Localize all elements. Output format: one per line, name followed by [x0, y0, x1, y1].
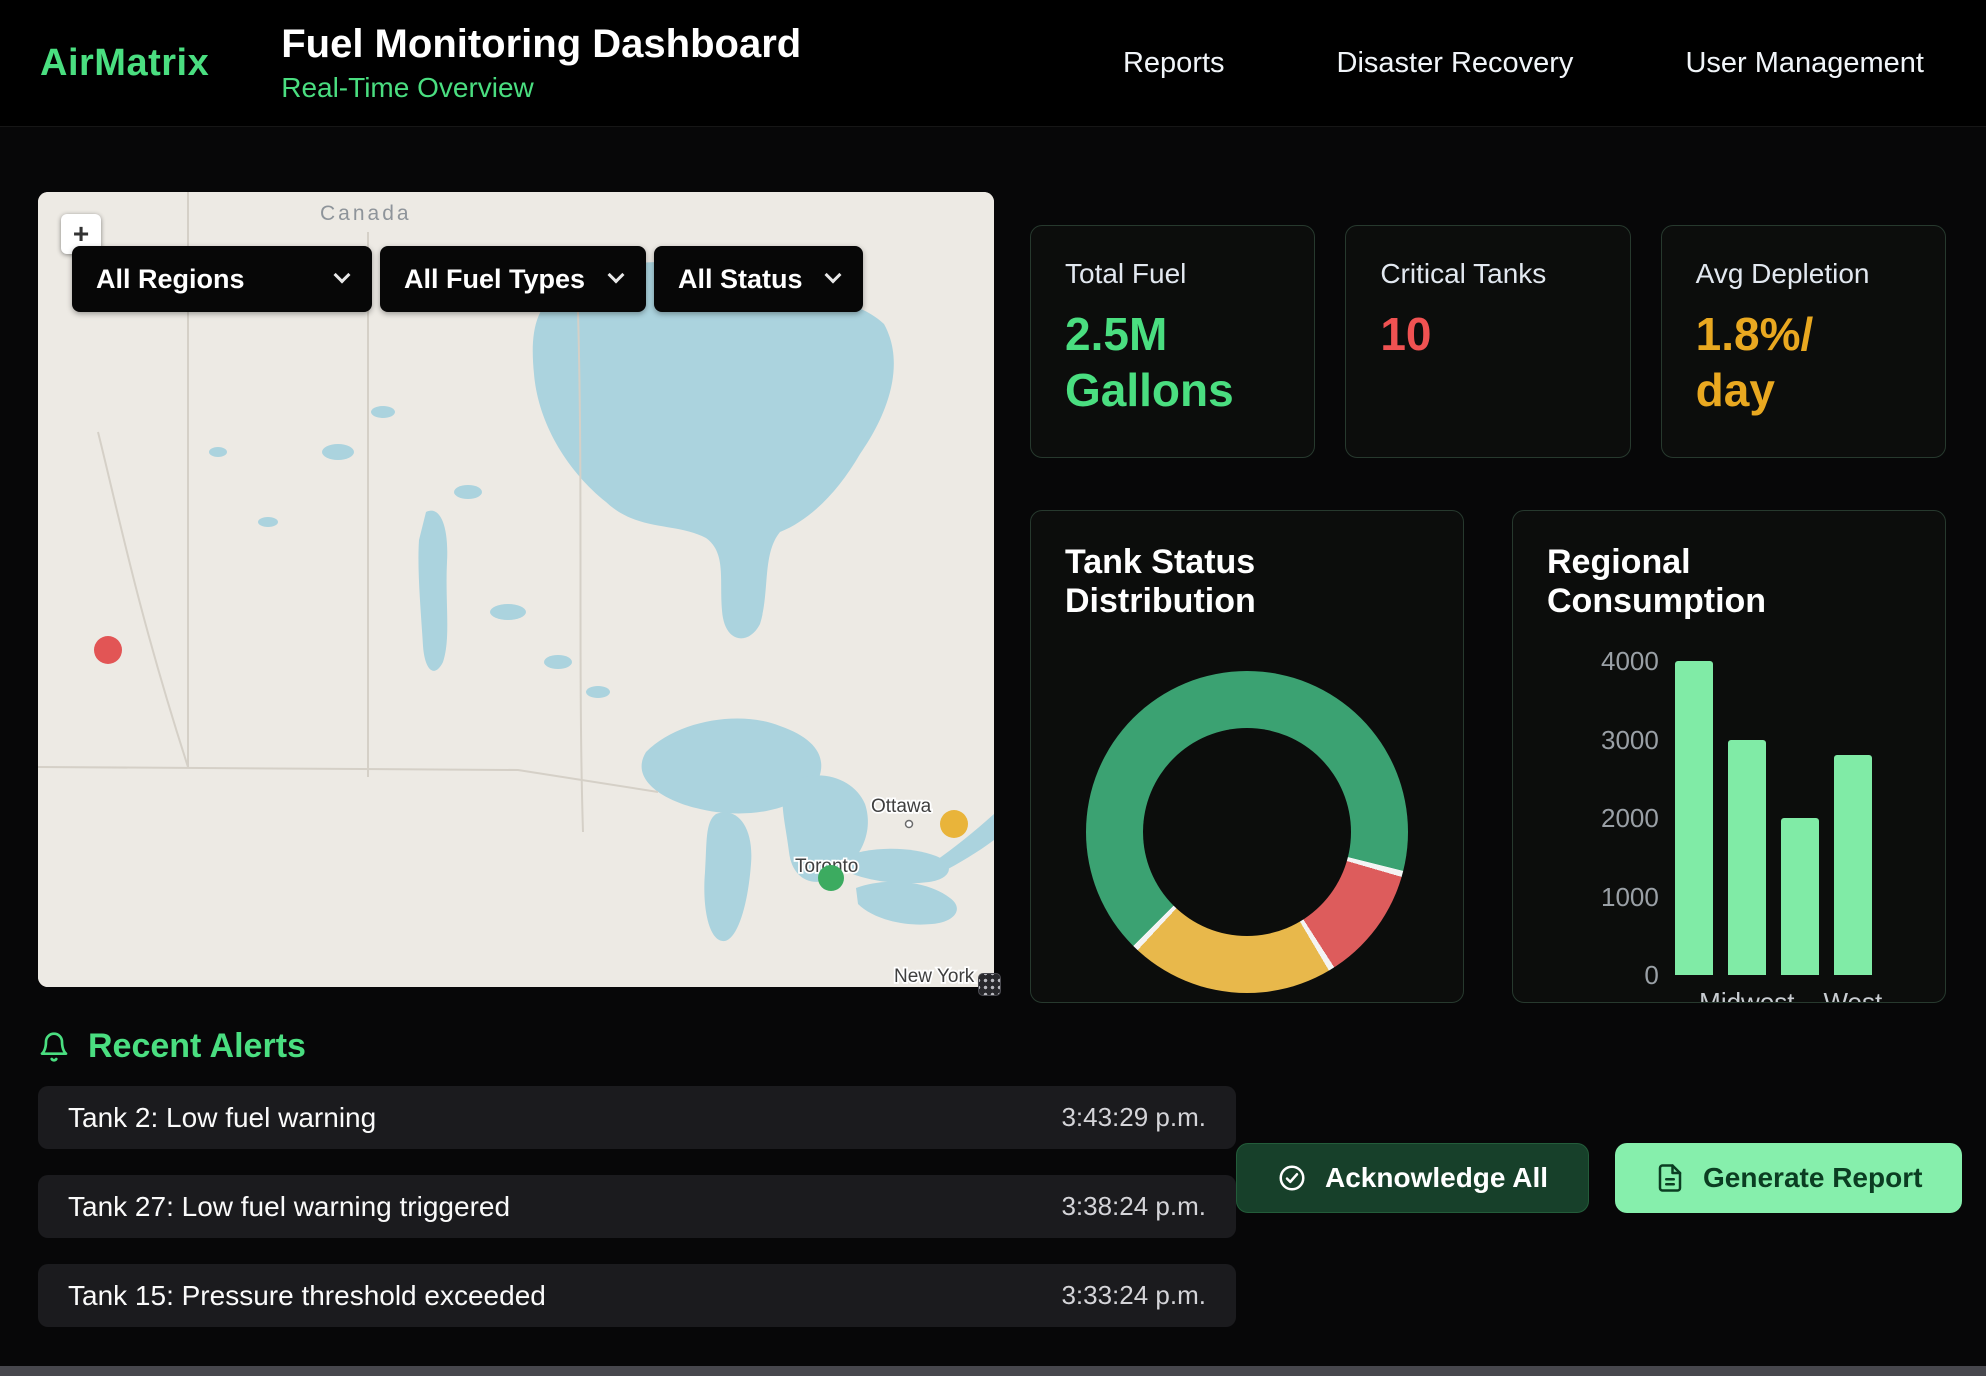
map-marker[interactable]: [940, 810, 968, 838]
alert-time: 3:33:24 p.m.: [1061, 1280, 1206, 1311]
bar-col: West: [1834, 661, 1872, 975]
title-block: Fuel Monitoring Dashboard Real-Time Over…: [281, 22, 801, 104]
bar-chart: 4000 3000 2000 1000 0: [1601, 661, 1911, 975]
donut-chart: [1086, 671, 1408, 993]
status-filter-label: All Status: [678, 264, 803, 295]
page-title: Fuel Monitoring Dashboard: [281, 22, 801, 67]
alerts-heading: Recent Alerts: [38, 1027, 1946, 1066]
alert-message: Tank 27: Low fuel warning triggered: [68, 1191, 510, 1223]
map-canvas[interactable]: Canada Ottawa Toronto New York +: [38, 192, 994, 987]
stat-card-total-fuel: Total Fuel 2.5M Gallons: [1030, 225, 1315, 458]
stat-value: 1.8%/ day: [1696, 306, 1886, 418]
chevron-down-icon: [825, 267, 842, 284]
generate-report-label: Generate Report: [1703, 1162, 1922, 1194]
right-column: Total Fuel 2.5M Gallons Critical Tanks 1…: [1030, 192, 1946, 1003]
document-icon: [1655, 1163, 1685, 1193]
regional-consumption-card: Regional Consumption 4000 3000 2000 1000…: [1512, 510, 1946, 1003]
donut-hole: [1143, 728, 1351, 936]
bar-chart-title: Regional Consumption: [1547, 543, 1911, 621]
bar: [1781, 818, 1819, 975]
alert-message: Tank 2: Low fuel warning: [68, 1102, 376, 1134]
resize-handle-icon[interactable]: [978, 973, 1001, 996]
stat-label: Total Fuel: [1065, 258, 1280, 290]
alert-message: Tank 15: Pressure threshold exceeded: [68, 1280, 546, 1312]
map-label-country: Canada: [320, 202, 412, 225]
bottom-strip: [0, 1366, 1986, 1376]
map-label-ottawa: Ottawa: [871, 796, 932, 817]
x-label: West: [1823, 987, 1882, 1003]
bar-col: Midwest: [1728, 661, 1766, 975]
chevron-down-icon: [608, 267, 625, 284]
generate-report-button[interactable]: Generate Report: [1615, 1143, 1962, 1213]
city-dot: [906, 821, 913, 828]
bar: [1728, 740, 1766, 976]
alert-row: Tank 15: Pressure threshold exceeded 3:3…: [38, 1264, 1236, 1327]
stat-value: 2.5M Gallons: [1065, 306, 1255, 418]
bar-chart-y-axis: 4000 3000 2000 1000 0: [1601, 661, 1675, 975]
app-header: AirMatrix Fuel Monitoring Dashboard Real…: [0, 0, 1986, 127]
recent-alerts-section: Recent Alerts Tank 2: Low fuel warning 3…: [0, 1003, 1986, 1353]
bar: [1834, 755, 1872, 975]
alert-time: 3:43:29 p.m.: [1061, 1102, 1206, 1133]
alerts-body: Tank 2: Low fuel warning 3:43:29 p.m. Ta…: [38, 1086, 1946, 1353]
main-nav: Reports Disaster Recovery User Managemen…: [1123, 47, 1924, 80]
chevron-down-icon: [334, 267, 351, 284]
charts-row: Tank Status Distribution Regional Consum…: [1030, 510, 1946, 1003]
stat-value: 10: [1380, 306, 1570, 362]
brand-logo[interactable]: AirMatrix: [40, 42, 209, 85]
map-marker[interactable]: [94, 636, 122, 664]
map-panel: Canada Ottawa Toronto New York +: [38, 192, 994, 987]
region-filter-dropdown[interactable]: All Regions: [72, 246, 372, 312]
alerts-heading-label: Recent Alerts: [88, 1027, 306, 1066]
check-circle-icon: [1277, 1163, 1307, 1193]
bar: [1675, 661, 1713, 975]
bar-col: [1781, 661, 1819, 975]
dashboard-page: AirMatrix Fuel Monitoring Dashboard Real…: [0, 0, 1986, 1376]
main-content: Canada Ottawa Toronto New York +: [0, 127, 1986, 1003]
stat-label: Critical Tanks: [1380, 258, 1595, 290]
alert-row: Tank 2: Low fuel warning 3:43:29 p.m.: [38, 1086, 1236, 1149]
status-filter-dropdown[interactable]: All Status: [654, 246, 863, 312]
stat-label: Avg Depletion: [1696, 258, 1911, 290]
donut-chart-title: Tank Status Distribution: [1065, 543, 1429, 621]
acknowledge-all-button[interactable]: Acknowledge All: [1236, 1143, 1589, 1213]
bar-col: [1675, 661, 1713, 975]
map-label-new-york: New York: [894, 966, 975, 987]
alert-row: Tank 27: Low fuel warning triggered 3:38…: [38, 1175, 1236, 1238]
stats-row: Total Fuel 2.5M Gallons Critical Tanks 1…: [1030, 225, 1946, 458]
map-marker[interactable]: [818, 865, 844, 891]
nav-reports[interactable]: Reports: [1123, 47, 1225, 80]
alerts-actions: Acknowledge All Generate Report: [1236, 1086, 1962, 1353]
fuel-type-filter-label: All Fuel Types: [404, 264, 585, 295]
bell-icon: [38, 1031, 70, 1063]
alerts-list: Tank 2: Low fuel warning 3:43:29 p.m. Ta…: [38, 1086, 1236, 1353]
stat-card-avg-depletion: Avg Depletion 1.8%/ day: [1661, 225, 1946, 458]
nav-user-management[interactable]: User Management: [1685, 47, 1924, 80]
tank-status-card: Tank Status Distribution: [1030, 510, 1464, 1003]
region-filter-label: All Regions: [96, 264, 245, 295]
x-label: Midwest: [1699, 987, 1794, 1003]
map-filters: All Regions All Fuel Types All Status: [72, 246, 863, 312]
page-subtitle: Real-Time Overview: [281, 72, 801, 104]
acknowledge-all-label: Acknowledge All: [1325, 1162, 1548, 1194]
stat-card-critical-tanks: Critical Tanks 10: [1345, 225, 1630, 458]
fuel-type-filter-dropdown[interactable]: All Fuel Types: [380, 246, 646, 312]
nav-disaster-recovery[interactable]: Disaster Recovery: [1337, 47, 1574, 80]
alert-time: 3:38:24 p.m.: [1061, 1191, 1206, 1222]
bar-chart-plot: Midwest West: [1675, 661, 1872, 975]
